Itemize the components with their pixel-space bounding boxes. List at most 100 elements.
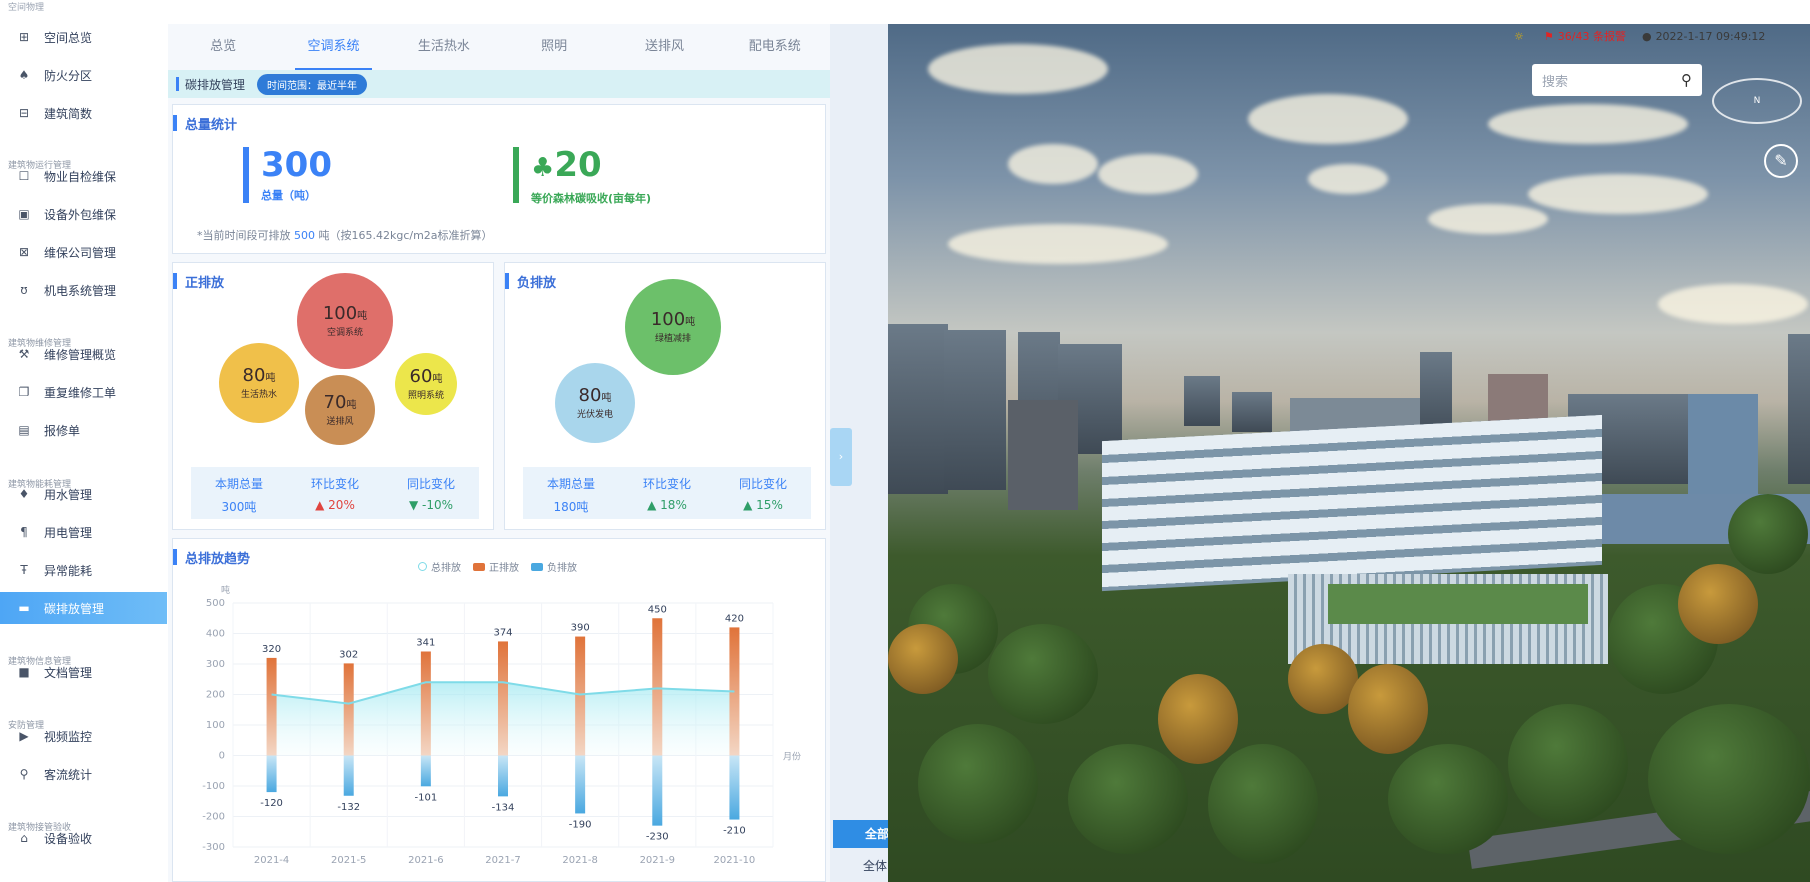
sidebar-item[interactable]: ▣ 设备外包维保 (0, 198, 168, 230)
positive-data-label: 374 (493, 627, 512, 638)
summary-mom: 环比变化 ▲ 20% (311, 475, 359, 519)
legend-negative[interactable]: 负排放 (531, 559, 577, 574)
positive-title: 正排放 (185, 275, 225, 291)
legend-label: 负排放 (547, 563, 577, 574)
time-range-pill[interactable]: 时间范围：最近半年 (257, 73, 368, 95)
sidebar-item[interactable]: ¶ 用电管理 (0, 516, 168, 548)
negative-emission-card: 负排放 100吨 绿植减排 80吨 光伏发电 本期总量 180吨 环比变化 ▲ 18… (504, 262, 826, 530)
negative-bar (575, 755, 586, 814)
search-input[interactable]: 搜索 (1542, 71, 1681, 90)
bubble-value: 100 (322, 302, 358, 324)
weather-sun-icon[interactable]: ☼ (1514, 30, 1524, 43)
y-axis-unit: 吨 (221, 584, 230, 596)
bubble-label: 光伏发电 (576, 409, 613, 420)
bubble-ventilation[interactable]: 70吨 送排风 (305, 375, 375, 445)
alarm-flag-icon: ⚑ (1543, 29, 1554, 43)
trend-title: 总排放趋势 (185, 551, 251, 567)
positive-bar (652, 618, 663, 756)
title-marker (173, 115, 177, 131)
legend-total[interactable]: 总排放 (418, 559, 461, 574)
legend-label: 正排放 (489, 563, 519, 574)
title-marker (173, 273, 177, 289)
sidebar-item[interactable]: ▶ 视频监控 (0, 720, 168, 752)
summary-value: ▲ 15% (743, 498, 783, 512)
sidebar-item-label: 用电管理 (44, 525, 93, 540)
summary-value: ▲ 20% (315, 498, 355, 512)
alarm-count[interactable]: 36/43 条报警 (1558, 28, 1626, 44)
y-tick-label: -100 (202, 781, 225, 792)
bubble-hot-water[interactable]: 80吨 生活热水 (219, 343, 299, 423)
tab[interactable]: 生活热水 (389, 24, 499, 70)
drop-icon: ♦ (18, 487, 30, 501)
scene-search-box[interactable]: 搜索 ⚲ (1532, 64, 1702, 96)
sidebar-item[interactable]: ☐ 物业自检维保 (0, 160, 168, 192)
legend-positive[interactable]: 正排放 (473, 559, 519, 574)
positive-data-label: 302 (339, 649, 358, 660)
top-status-bar: ☼ ⚑ 36/43 条报警 ● 2022-1-17 09:49:12 (1514, 28, 1765, 44)
y-tick-label: 200 (206, 690, 225, 701)
copy-icon: ❐ (18, 385, 30, 399)
x-tick-label: 2021-6 (408, 855, 443, 866)
sidebar-item[interactable]: ʊ 机电系统管理 (0, 274, 168, 306)
total-value-label: 总量（吨） (261, 189, 316, 202)
trend-card: 总排放趋势 总排放 正排放 负排放 吨 500 400 300 200 100 0 -100 -… (172, 538, 826, 882)
panel-collapse-handle[interactable]: › (830, 428, 852, 486)
sidebar-item[interactable]: ■ 文档管理 (0, 656, 168, 688)
x-tick-label: 2021-8 (562, 855, 597, 866)
sidebar-item[interactable]: ⚒ 维修管理概览 (0, 338, 168, 370)
tab[interactable]: 总览 (168, 24, 278, 70)
summary-value: 180吨 (553, 500, 589, 514)
total-title: 总量统计 (185, 117, 238, 133)
sidebar-item[interactable]: ❐ 重复维修工单 (0, 376, 168, 408)
tab[interactable]: 照明 (499, 24, 609, 70)
bubble-label: 绿植减排 (654, 333, 691, 344)
summary-heading: 同比变化 (738, 477, 787, 491)
y-tick-label: -200 (202, 812, 225, 823)
bubble-ac[interactable]: 100吨 空调系统 (297, 273, 393, 369)
sidebar-item[interactable]: ⚲ 客流统计 (0, 758, 168, 790)
summary-heading: 环比变化 (642, 477, 691, 491)
bubble-greenery[interactable]: 100吨 绿植减排 (625, 279, 721, 375)
sidebar-item[interactable]: ⊞ 空间总览 (0, 21, 168, 53)
negative-data-label: -190 (569, 819, 592, 830)
report-icon: ▤ (18, 423, 30, 437)
sidebar-item[interactable]: ⊠ 维保公司管理 (0, 236, 168, 268)
summary-value: ▼ -10% (408, 498, 454, 512)
tab[interactable]: 送排风 (609, 24, 719, 70)
bubble-solar[interactable]: 80吨 光伏发电 (555, 363, 635, 443)
bubble-label: 空调系统 (326, 327, 363, 338)
sidebar-item-label: 客流统计 (44, 767, 93, 782)
all-secondary-button[interactable]: 全体 (833, 852, 891, 880)
sidebar-item[interactable]: ♠ 防火分区 (0, 59, 168, 91)
y-tick-label: 300 (206, 659, 225, 670)
sidebar-item[interactable]: Ŧ 异常能耗 (0, 554, 168, 586)
negative-bar (420, 755, 431, 787)
measure-pen-icon[interactable]: ✎ (1764, 144, 1798, 178)
sidebar-item[interactable]: ▬ 碳排放管理 (0, 592, 167, 624)
sidebar-top-label: 空间物理 (8, 3, 45, 13)
summary-heading: 本期总量 (546, 477, 595, 491)
bubble-value: 80 (578, 384, 602, 406)
sidebar-item-label: 碳排放管理 (44, 601, 105, 616)
sidebar-item[interactable]: ▤ 报修单 (0, 414, 168, 446)
sidebar-item[interactable]: ⊟ 建筑简数 (0, 97, 168, 129)
compass-icon[interactable]: N (1712, 78, 1802, 124)
tab[interactable]: 配电系统 (720, 24, 830, 70)
negative-bar (498, 755, 508, 797)
sidebar-item-label: 重复维修工单 (44, 385, 117, 400)
tab[interactable]: 空调系统 (278, 24, 388, 70)
positive-data-label: 320 (262, 644, 281, 655)
sidebar-item-label: 设备验收 (44, 831, 93, 846)
main-building[interactable] (1102, 414, 1602, 592)
negative-data-label: -230 (646, 832, 669, 843)
sidebar-item[interactable]: ♦ 用水管理 (0, 478, 168, 510)
negative-title: 负排放 (517, 275, 557, 291)
y-tick-label: 500 (206, 598, 225, 609)
3d-scene-view[interactable] (888, 24, 1810, 882)
total-value: 300 (261, 145, 332, 185)
chart-legend: 总排放 正排放 负排放 (418, 559, 589, 574)
sidebar-item[interactable]: ⌂ 设备验收 (0, 822, 168, 854)
search-icon[interactable]: ⚲ (1681, 71, 1692, 89)
title-marker (173, 549, 177, 565)
bubble-lighting[interactable]: 60吨 照明系统 (395, 353, 457, 415)
